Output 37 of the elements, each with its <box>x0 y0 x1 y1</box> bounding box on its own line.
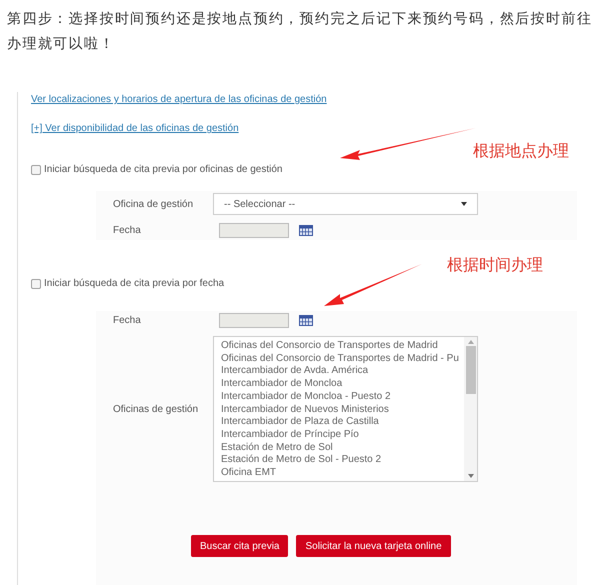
date-field[interactable] <box>219 223 289 238</box>
office-option[interactable]: Intercambiador de Nuevos Ministerios <box>221 404 464 416</box>
office-option[interactable]: Oficinas del Consorcio de Transportes de Madrid <box>221 340 464 353</box>
field-label: Fecha <box>112 224 142 238</box>
checkbox-label: Iniciar búsqueda de cita previa por oficinas de gestión <box>44 163 282 177</box>
office-option[interactable]: Oficinas del Consorcio de Transportes de Madrid - Pu <box>221 352 464 366</box>
calendar-icon[interactable] <box>299 225 313 236</box>
annotation-text: 根据时间办理 <box>447 256 543 276</box>
offices-listbox[interactable] <box>213 336 478 482</box>
checkbox[interactable] <box>31 278 41 288</box>
office-link[interactable]: Ver localizaciones y horarios de apertura de las oficinas de gestión <box>31 92 327 107</box>
office-link[interactable]: [+] Ver disponibilidad de las oficinas de gestión <box>31 121 239 136</box>
action-button[interactable]: Buscar cita previa <box>191 535 288 557</box>
action-button[interactable]: Solicitar la nueva tarjeta online <box>296 535 451 557</box>
annotation-text: 根据地点办理 <box>473 142 569 162</box>
scroll-down-icon[interactable] <box>468 474 474 478</box>
scroll-up-icon[interactable] <box>468 340 474 344</box>
field-label: Fecha <box>112 314 142 328</box>
checkbox-label: Iniciar búsqueda de cita previa por fecha <box>44 277 224 291</box>
office-option[interactable]: Intercambiador de Moncloa <box>221 378 464 391</box>
field-label: Oficina de gestión <box>112 198 194 212</box>
office-option[interactable]: Intercambiador de Príncipe Pío <box>221 428 464 442</box>
dropdown-caret-icon <box>461 202 467 206</box>
field-label: Oficinas de gestión <box>112 402 200 416</box>
office-option[interactable]: Intercambiador de Avda. América <box>221 365 464 378</box>
scrollbar[interactable] <box>464 337 477 481</box>
office-option[interactable]: Estación de Metro de Sol - Puesto 2 <box>221 454 464 468</box>
calendar-icon[interactable] <box>299 315 313 326</box>
office-option[interactable]: Intercambiador de Plaza de Castilla <box>221 416 464 429</box>
checkbox[interactable] <box>31 164 41 174</box>
office-option[interactable]: Estación de Metro de Sol <box>221 442 464 454</box>
article-text: 第四步：选择按时间预约还是按地点预约，预约完之后记下来预约号码，然后按时前往办理就可以啦！ <box>6 9 594 53</box>
scroll-thumb[interactable] <box>466 346 476 394</box>
office-option[interactable]: Oficina EMT <box>221 467 464 480</box>
date-field[interactable] <box>219 313 289 328</box>
office-option[interactable]: Intercambiador de Moncloa - Puesto 2 <box>221 390 464 404</box>
office-select[interactable]: -- Seleccionar -- <box>213 193 478 215</box>
